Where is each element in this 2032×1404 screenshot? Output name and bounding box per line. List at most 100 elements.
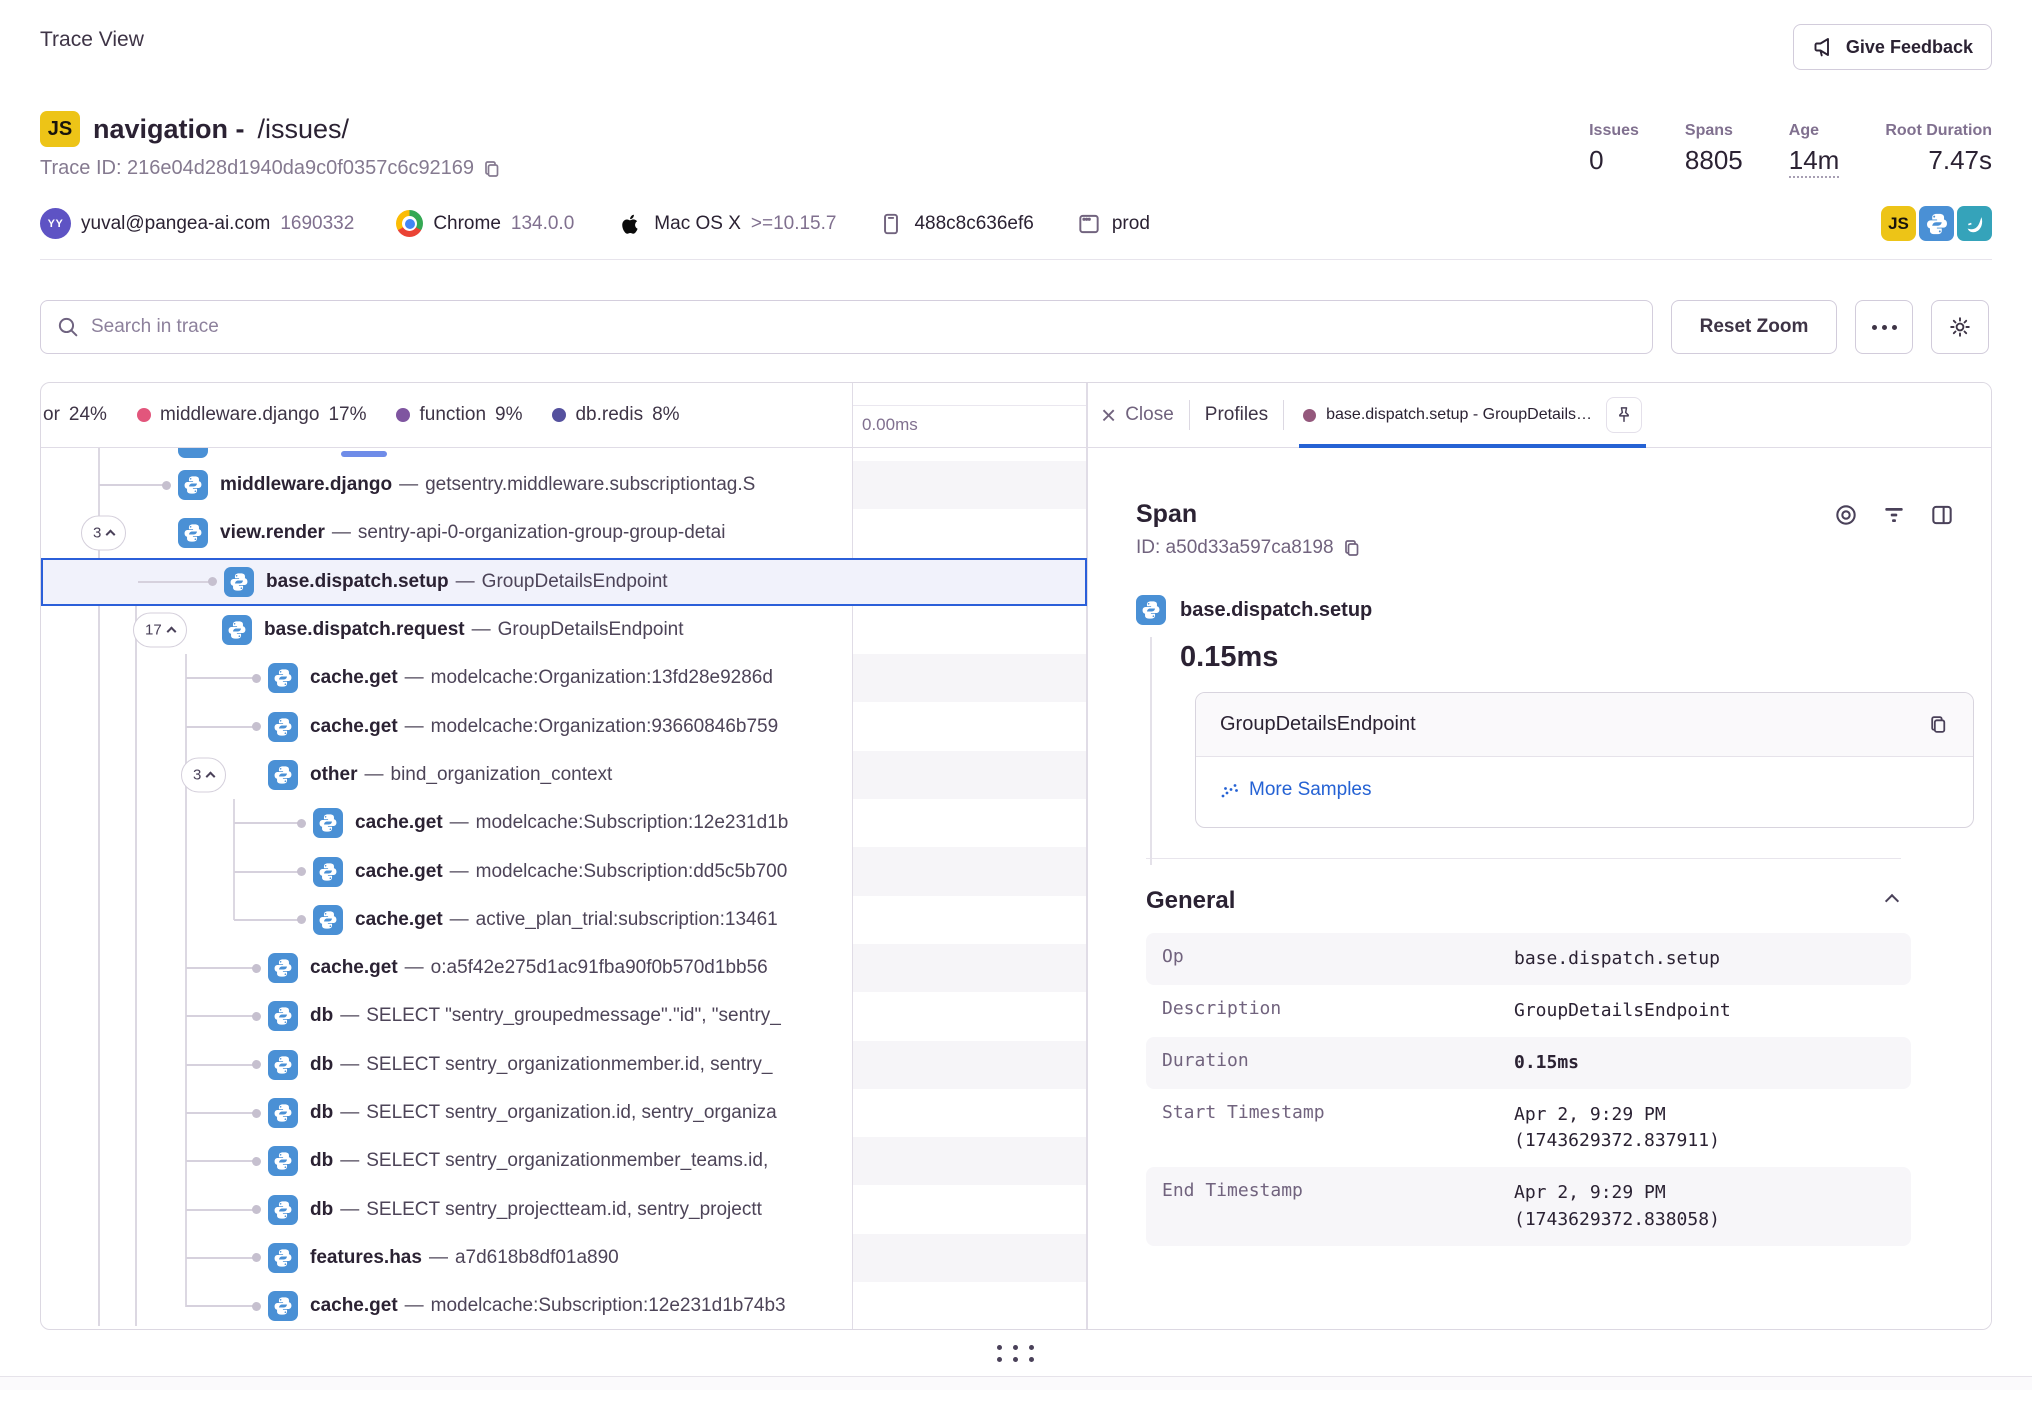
platform-js-badge: JS	[40, 111, 80, 147]
javascript-badge: JS	[1881, 206, 1916, 241]
legend-label: db.redis	[575, 404, 643, 426]
span-op: cache.get	[310, 667, 398, 688]
tree-row[interactable]: middleware.django — getsentry.middleware.s…	[41, 461, 1087, 509]
device-icon	[878, 211, 904, 237]
resize-grip-handle[interactable]	[997, 1345, 1035, 1362]
tree-connector	[186, 1064, 254, 1066]
more-samples-link[interactable]: More Samples	[1220, 779, 1372, 801]
trace-id: Trace ID: 216e04d28d1940da9c0f0357c6c921…	[40, 157, 502, 180]
tree-row[interactable]: db—SELECT "sentry_groupedmessage"."id", …	[41, 992, 1087, 1040]
python-icon	[313, 808, 343, 838]
tree-row[interactable]: cache.get—modelcache:Subscription:dd5c5b…	[41, 847, 1087, 895]
legend-label: function	[419, 404, 486, 426]
legend-item[interactable]: function9%	[396, 404, 522, 426]
tree-connector-dot	[252, 1060, 261, 1069]
close-panel-button[interactable]: × Close	[1101, 402, 1174, 428]
collapse-count: 3	[93, 525, 101, 542]
legend-item[interactable]: middleware.django17%	[137, 404, 367, 426]
python-icon	[268, 760, 298, 790]
legend-item[interactable]: db.redis8%	[552, 404, 679, 426]
reset-zoom-button[interactable]: Reset Zoom	[1671, 300, 1837, 354]
general-key: Start Timestamp	[1162, 1102, 1514, 1154]
tree-row[interactable]: db—SELECT sentry_organizationmember.id, …	[41, 1041, 1087, 1089]
tree-row[interactable]: base.dispatch.setup—GroupDetailsEndpoint	[41, 558, 1087, 606]
waterfall-icon[interactable]	[1881, 502, 1907, 528]
general-value: GroupDetailsEndpoint	[1514, 998, 1895, 1024]
span-op: cache.get	[310, 957, 398, 978]
separator: —	[405, 667, 424, 688]
separator: —	[399, 474, 418, 495]
copy-icon[interactable]	[1342, 538, 1362, 558]
copy-icon[interactable]	[482, 159, 502, 179]
settings-button[interactable]	[1931, 300, 1989, 354]
span-op: view.render	[220, 522, 325, 543]
tree-connector-dot	[252, 674, 261, 683]
more-options-button[interactable]	[1855, 300, 1913, 354]
split-view-icon[interactable]	[1929, 502, 1955, 528]
tree-row[interactable]: db—SELECT sentry_organization.id, sentry…	[41, 1089, 1087, 1137]
pin-tab-button[interactable]	[1606, 397, 1642, 433]
separator: —	[405, 716, 424, 737]
tab-profiles[interactable]: Profiles	[1205, 404, 1268, 426]
collapse-count: 3	[193, 766, 201, 783]
span-op: base.dispatch.request	[264, 619, 465, 640]
chevron-up-icon[interactable]	[1885, 894, 1899, 908]
span-description: GroupDetailsEndpoint	[1220, 713, 1416, 736]
copy-icon[interactable]	[1928, 714, 1949, 735]
span-op: middleware.django	[220, 474, 392, 495]
collapse-badge[interactable]: 3	[81, 516, 126, 551]
span-description-card: GroupDetailsEndpoint More Samples	[1195, 692, 1974, 828]
collapse-badge[interactable]: 3	[181, 757, 226, 792]
tree-row[interactable]: cache.get—active_plan_trial:subscription…	[41, 896, 1087, 944]
stat-issues: Issues 0	[1589, 122, 1639, 178]
tree-row[interactable]: cache.get—o:a5f42e275d1ac91fba90f0b570d1…	[41, 944, 1087, 992]
tree-row[interactable]: db—SELECT sentry_organizationmember_team…	[41, 1137, 1087, 1185]
python-icon	[268, 1195, 298, 1225]
tree-connector	[138, 581, 210, 583]
separator: —	[472, 619, 491, 640]
general-table: Opbase.dispatch.setupDescriptionGroupDet…	[1146, 933, 1911, 1246]
python-icon	[268, 1243, 298, 1273]
python-icon	[268, 953, 298, 983]
tree-row[interactable]: cache.get—modelcache:Subscription:12e231…	[41, 799, 1087, 847]
tree-connector-dot	[252, 964, 261, 973]
tree-row[interactable]: db—SELECT sentry_projectteam.id, sentry_…	[41, 1186, 1087, 1234]
general-key: End Timestamp	[1162, 1180, 1514, 1232]
tree-row[interactable]: 3view.render—sentry-api-0-organization-g…	[41, 509, 1087, 557]
python-icon	[222, 615, 252, 645]
header-top: Trace View Give Feedback	[40, 24, 1992, 74]
general-key: Duration	[1162, 1050, 1514, 1076]
tree-connector	[186, 1015, 254, 1017]
general-title: General	[1146, 887, 1235, 915]
tab-active-span[interactable]: base.dispatch.setup - GroupDetails…	[1299, 383, 1646, 447]
device-chip: 488c8c636ef6	[878, 211, 1033, 237]
general-value: base.dispatch.setup	[1514, 946, 1895, 972]
tree-row[interactable]: 3other—bind_organization_context	[41, 751, 1087, 799]
python-icon	[268, 712, 298, 742]
legend-item[interactable]: or24%	[43, 404, 107, 426]
give-feedback-button[interactable]: Give Feedback	[1793, 24, 1992, 70]
tree-row[interactable]: cache.get—modelcache:Subscription:12e231…	[41, 1282, 1087, 1330]
search-input[interactable]	[91, 316, 1636, 338]
general-value: Apr 2, 9:29 PM (1743629372.838058)	[1514, 1180, 1895, 1232]
span-row-text: cache.get—modelcache:Organization:13fd28…	[310, 667, 850, 689]
python-icon	[178, 448, 208, 458]
user-chip[interactable]: YY yuval@pangea-ai.com 1690332	[40, 208, 354, 239]
python-icon	[268, 1146, 298, 1176]
python-icon	[268, 1291, 298, 1321]
tree-row[interactable]: cache.get—modelcache:Organization:936608…	[41, 703, 1087, 751]
span-row-text: db—SELECT sentry_organization.id, sentry…	[310, 1102, 850, 1124]
tree-row[interactable]: 17base.dispatch.request—GroupDetailsEndp…	[41, 606, 1087, 654]
tree-row[interactable]: features.has—a7d618b8df01a890	[41, 1234, 1087, 1282]
span-op: cache.get	[355, 909, 443, 930]
focus-span-icon[interactable]	[1833, 502, 1859, 528]
tree-connector	[186, 1160, 254, 1162]
span-op: db	[310, 1102, 333, 1123]
collapse-badge[interactable]: 17	[133, 613, 187, 648]
span-description: getsentry.middleware.subscriptiontag.S	[425, 474, 755, 495]
panel-tab-bar: × Close Profiles base.dispatch.setup - G…	[1088, 383, 1991, 448]
search-box[interactable]	[40, 300, 1653, 354]
tree-row[interactable]: cache.get—modelcache:Organization:13fd28…	[41, 654, 1087, 702]
span-op: db	[310, 1199, 333, 1220]
tree-connector	[234, 871, 299, 873]
